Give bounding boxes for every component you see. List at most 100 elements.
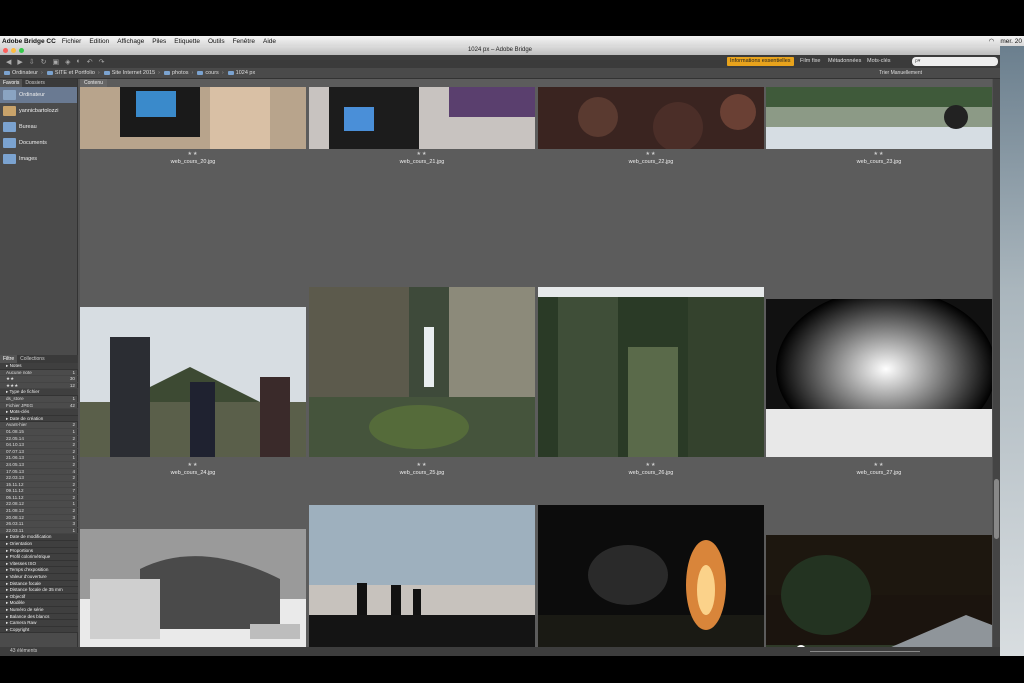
thumbnail-image[interactable] bbox=[80, 529, 306, 647]
minimize-button[interactable] bbox=[11, 48, 16, 53]
filter-section-header[interactable]: ▸ Vitesses ISO bbox=[0, 560, 78, 568]
filter-item[interactable]: Aucune note 1 bbox=[0, 370, 78, 377]
tab-collections[interactable]: Collections bbox=[17, 355, 47, 363]
crumb-site-internet[interactable]: Site Internet 2015 › bbox=[103, 70, 160, 76]
close-button[interactable] bbox=[3, 48, 8, 53]
rotate-left-icon[interactable]: ↶ bbox=[87, 58, 93, 66]
crumb-ordinateur[interactable]: Ordinateur › bbox=[4, 70, 43, 76]
thumbnail-image[interactable] bbox=[309, 87, 535, 149]
sort-menu[interactable]: Trier Manuellement bbox=[879, 68, 922, 79]
menu-aide[interactable]: Aide bbox=[263, 38, 276, 45]
filter-section-header[interactable]: ▸ Distance focale bbox=[0, 580, 78, 588]
thumbnail-image[interactable] bbox=[80, 87, 306, 149]
filter-item[interactable]: 22.03.13 2 bbox=[0, 475, 78, 482]
filter-section-header[interactable]: ▸ Profil colorimétrique bbox=[0, 554, 78, 561]
rotate-right-icon[interactable]: ↷ bbox=[99, 58, 105, 66]
favorite-documents[interactable]: Documents bbox=[0, 135, 77, 151]
thumbnail-image[interactable] bbox=[766, 535, 992, 647]
thumbnail-rating[interactable]: ★★ bbox=[538, 151, 764, 157]
filter-item[interactable]: 22.08.12 1 bbox=[0, 501, 78, 509]
filter-section-header[interactable]: ▸ Notes bbox=[0, 363, 78, 370]
thumbnail-image[interactable] bbox=[538, 287, 764, 457]
content-scrollbar[interactable] bbox=[993, 79, 1000, 647]
thumbnail-rating[interactable]: ★★ bbox=[766, 151, 992, 157]
filter-item[interactable]: 01.08.15 1 bbox=[0, 429, 78, 436]
filter-item[interactable]: 22.03.11 1 bbox=[0, 528, 78, 535]
back-icon[interactable]: ◀ bbox=[6, 58, 11, 66]
tab-dossiers[interactable]: Dossiers bbox=[22, 79, 47, 87]
filter-section-header[interactable]: ▸ Valeur d'ouverture bbox=[0, 574, 78, 581]
filter-section-header[interactable]: ▸ Date de création bbox=[0, 415, 78, 423]
wifi-icon[interactable]: ◠ bbox=[989, 37, 995, 45]
filter-item[interactable]: 05.11.12 2 bbox=[0, 495, 78, 502]
filter-section-header[interactable]: ▸ Temps d'exposition bbox=[0, 567, 78, 574]
workspace-keywords[interactable]: Mots-clés bbox=[867, 57, 891, 66]
filter-item[interactable]: 20.08.12 3 bbox=[0, 515, 78, 522]
menu-affichage[interactable]: Affichage bbox=[117, 38, 144, 45]
tab-filtre[interactable]: Filtre bbox=[0, 355, 18, 363]
parent-folder-icon[interactable]: ⇩ bbox=[29, 58, 35, 66]
filter-section-header[interactable]: ▸ Proportions bbox=[0, 547, 78, 555]
filter-section-header[interactable]: ▸ Modèle bbox=[0, 600, 78, 607]
workspace-filmstrip[interactable]: Film fixe bbox=[800, 57, 820, 66]
filter-item[interactable]: ds_store 1 bbox=[0, 396, 78, 403]
open-in-camera-raw-icon[interactable]: ◐ bbox=[77, 58, 81, 65]
favorite-images[interactable]: Images bbox=[0, 151, 77, 167]
filter-item[interactable]: 17.05.13 4 bbox=[0, 469, 78, 476]
thumbnail-cell[interactable]: ★★web_cours_28.jpg bbox=[80, 439, 306, 647]
filter-item[interactable]: 21.06.13 1 bbox=[0, 455, 78, 462]
menu-piles[interactable]: Piles bbox=[152, 38, 166, 45]
thumbnail-image[interactable] bbox=[766, 299, 992, 457]
thumbnail-image[interactable] bbox=[766, 87, 992, 149]
crumb-photos[interactable]: photos › bbox=[164, 70, 193, 76]
filter-item[interactable]: Fichier JPEG 42 bbox=[0, 403, 78, 410]
filter-item[interactable]: ★★★ 12 bbox=[0, 383, 78, 390]
search-input[interactable]: ρ▾ bbox=[912, 57, 998, 66]
crumb-1024px[interactable]: 1024 px bbox=[227, 70, 255, 76]
menu-outils[interactable]: Outils bbox=[208, 38, 225, 45]
menu-edition[interactable]: Edition bbox=[89, 38, 109, 45]
crumb-cours[interactable]: cours › bbox=[197, 70, 224, 76]
filter-section-header[interactable]: ▸ Copyright bbox=[0, 626, 78, 634]
thumbnail-image[interactable] bbox=[309, 287, 535, 457]
filter-section-header[interactable]: ▸ Camera Raw bbox=[0, 620, 78, 627]
favorite-bureau[interactable]: Bureau bbox=[0, 119, 77, 135]
filter-item[interactable]: 24.05.13 2 bbox=[0, 462, 78, 469]
thumbnail-rating[interactable]: ★★ bbox=[309, 151, 535, 157]
filter-item[interactable]: 26.03.11 3 bbox=[0, 521, 78, 528]
thumbnail-cell[interactable]: ★★web_cours_31.jpg bbox=[766, 439, 992, 647]
favorite-user[interactable]: yannicbartolozzi bbox=[0, 103, 77, 119]
tab-favoris[interactable]: Favoris bbox=[0, 79, 23, 87]
thumbnail-cell[interactable]: ★★ web_cours_27.jpg bbox=[766, 221, 992, 476]
thumbnail-image[interactable] bbox=[538, 87, 764, 149]
scrollbar-thumb[interactable] bbox=[994, 479, 999, 539]
refine-icon[interactable]: ◈ bbox=[65, 58, 70, 66]
filter-item[interactable]: 15.11.12 2 bbox=[0, 482, 78, 489]
recent-icon[interactable]: ↻ bbox=[41, 58, 47, 66]
filter-section-header[interactable]: ▸ Distance focale de 35 mm bbox=[0, 587, 78, 594]
filter-section-header[interactable]: ▸ Balance des blancs bbox=[0, 613, 78, 621]
filter-item[interactable]: 22.05.14 2 bbox=[0, 436, 78, 443]
workspace-metadata[interactable]: Métadonnées bbox=[828, 57, 861, 66]
camera-import-icon[interactable]: ▣ bbox=[53, 58, 60, 66]
tab-contenu[interactable]: Contenu bbox=[80, 79, 107, 87]
clock[interactable]: mer. 20 bbox=[1000, 38, 1022, 45]
thumbnail-image[interactable] bbox=[538, 505, 764, 647]
crumb-site[interactable]: SITE et Portfolio › bbox=[46, 70, 100, 76]
forward-icon[interactable]: ▶ bbox=[17, 58, 22, 66]
menu-etiquette[interactable]: Etiquette bbox=[174, 38, 200, 45]
thumbnail-image[interactable] bbox=[80, 307, 306, 457]
filter-item[interactable]: 07.07.13 2 bbox=[0, 449, 78, 456]
filter-section-header[interactable]: ▸ Mots-clés bbox=[0, 409, 78, 416]
filter-item[interactable]: Avant-hier 2 bbox=[0, 422, 78, 429]
zoom-button[interactable] bbox=[19, 48, 24, 53]
thumbnail-rating[interactable]: ★★ bbox=[80, 151, 306, 157]
thumbnail-cell[interactable]: ★★ web_cours_25.jpg bbox=[309, 221, 535, 476]
thumbnail-cell[interactable]: ★★ web_cours_26.jpg bbox=[538, 221, 764, 476]
filter-item[interactable]: 21.08.12 2 bbox=[0, 508, 78, 515]
filter-item[interactable]: ★★ 30 bbox=[0, 376, 78, 383]
filter-section-header[interactable]: ▸ Orientation bbox=[0, 541, 78, 548]
filter-item[interactable]: 09.11.12 7 bbox=[0, 488, 78, 495]
app-menu[interactable]: Adobe Bridge CC bbox=[2, 38, 56, 45]
thumbnail-cell[interactable]: ★★web_cours_29.jpg bbox=[309, 439, 535, 647]
